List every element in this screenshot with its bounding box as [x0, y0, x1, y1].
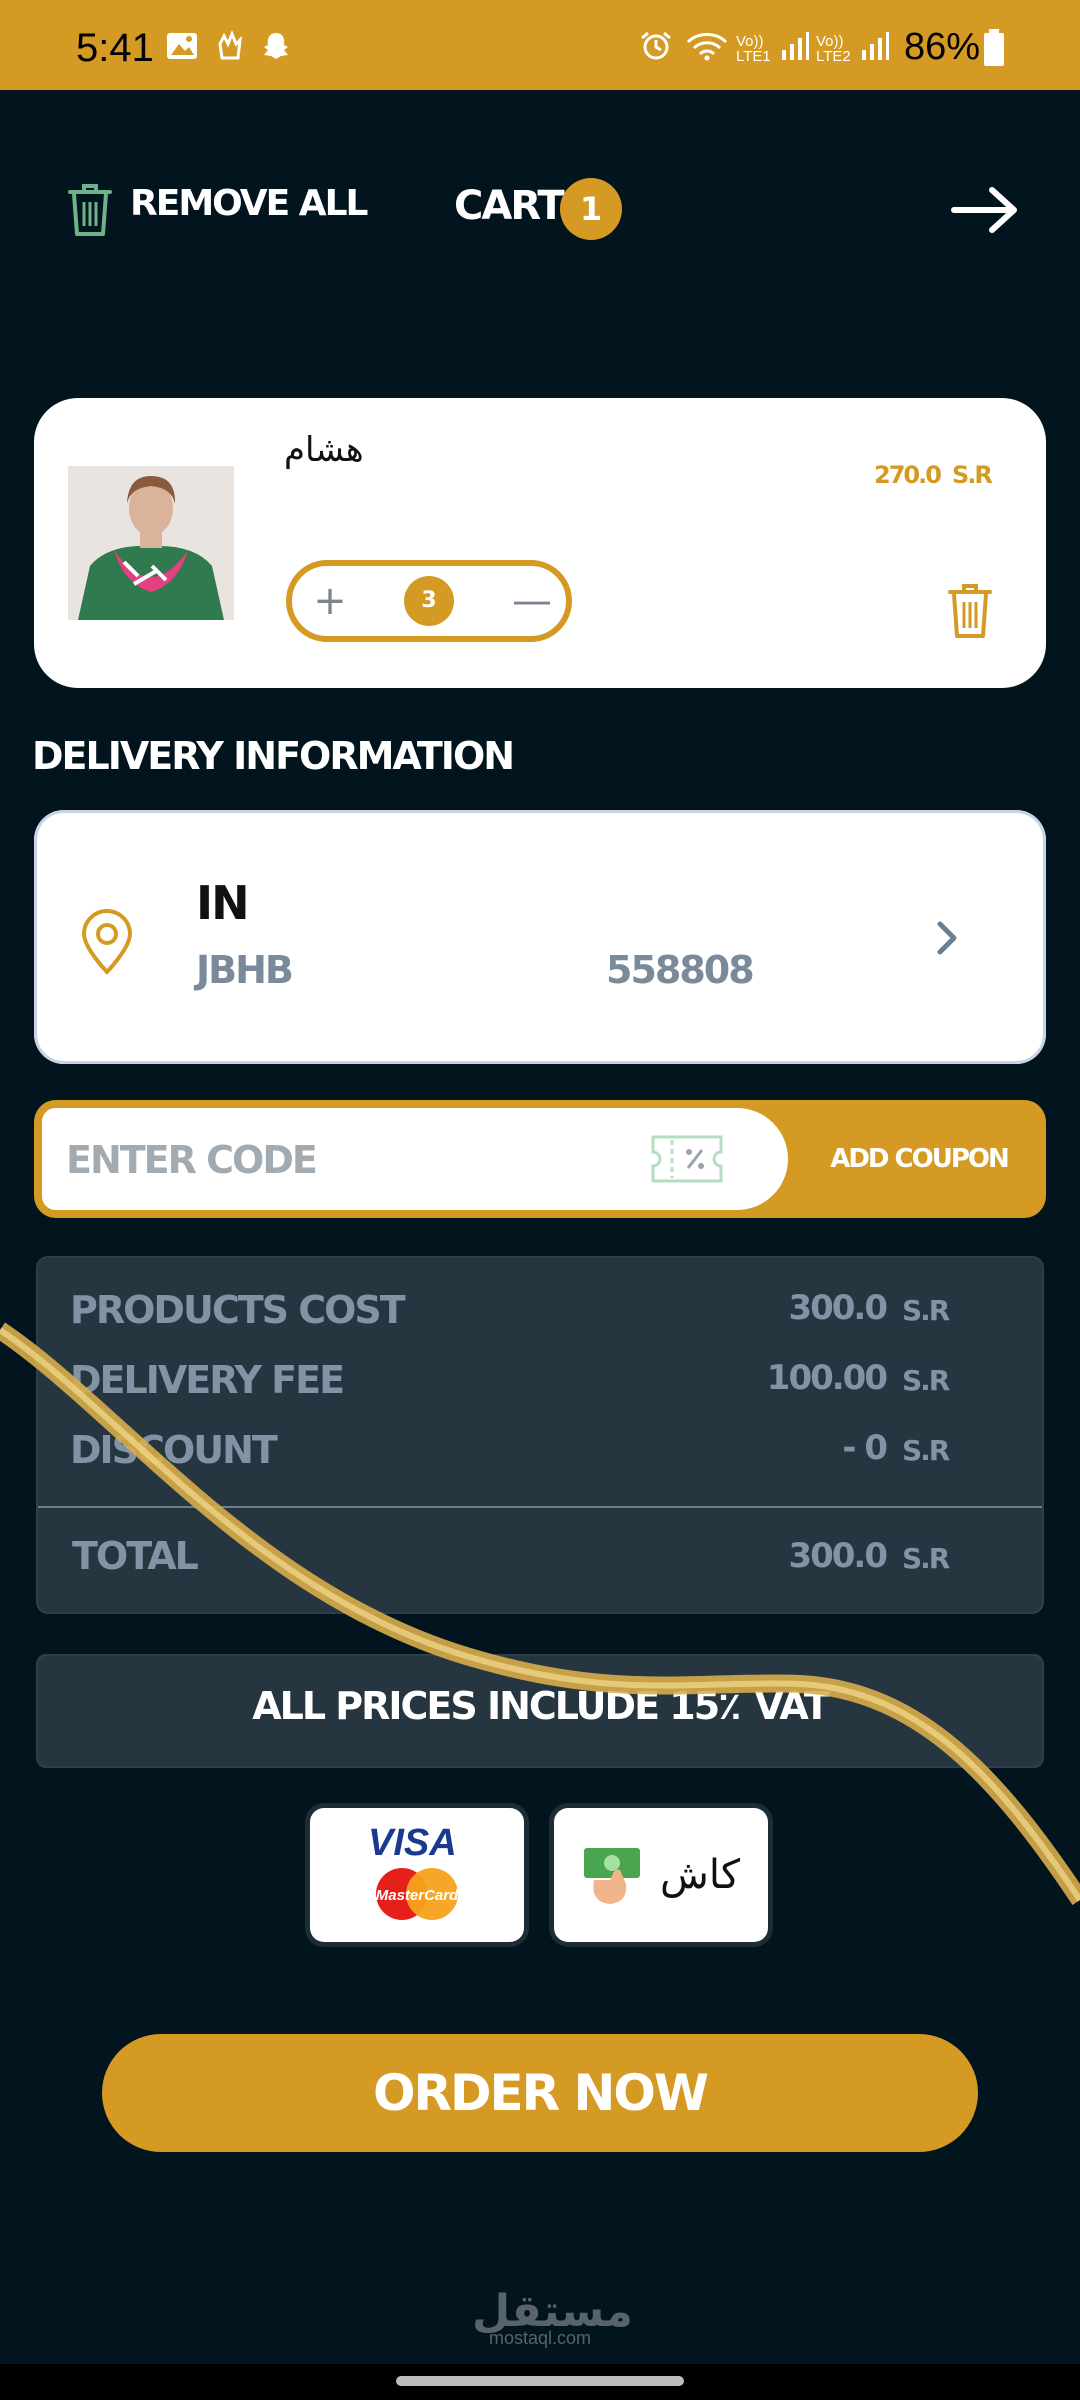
decrease-quantity-button[interactable]: — [512, 574, 552, 628]
delivery-fee-currency: S.R [902, 1364, 950, 1397]
chevron-right-icon[interactable] [934, 918, 962, 958]
product-name: هشام [284, 430, 364, 470]
delivery-city: JBHB [196, 948, 294, 992]
cash-label: كاش [660, 1852, 741, 1898]
delivery-country: IN [196, 876, 250, 930]
products-cost-label: PRODUCTS COST [70, 1288, 406, 1332]
increase-quantity-button[interactable]: + [310, 574, 350, 628]
discount-label: DISCOUNT [70, 1428, 278, 1472]
product-image [68, 466, 234, 620]
battery-percentage: 86% [904, 26, 981, 68]
snapchat-icon [264, 33, 288, 59]
signal-lte2-icon [862, 32, 889, 60]
page-title: CART [454, 183, 565, 229]
delivery-fee-label: DELIVERY FEE [70, 1358, 345, 1402]
alarm-icon [641, 31, 671, 60]
discount-value: - 0 [842, 1428, 888, 1468]
section-title: DELIVERY INFORMATION [32, 734, 515, 778]
watermark-url: mostaql.com [488, 2328, 592, 2348]
add-coupon-button[interactable]: ADD COUPON [800, 1108, 1038, 1210]
product-currency: S.R [952, 461, 993, 489]
cart-count-badge: 1 [560, 178, 622, 240]
trash-icon[interactable] [66, 180, 114, 238]
wifi-icon [686, 33, 728, 61]
products-cost-value: 300.0 [788, 1288, 888, 1328]
vat-notice: ALL PRICES INCLUDE 15٪ VAT [252, 1684, 830, 1728]
signal-lte1-icon [782, 32, 809, 60]
discount-currency: S.R [902, 1434, 950, 1467]
image-icon [167, 33, 197, 59]
coupon-ticket-icon [651, 1135, 723, 1183]
delivery-postal-code: 558808 [606, 948, 755, 992]
forward-arrow-icon[interactable] [950, 186, 1020, 234]
battery-icon [984, 29, 1004, 66]
location-pin-icon [81, 909, 133, 975]
signal-lte2-label: Vo)) LTE2 [816, 33, 851, 65]
visa-logo: VISA [368, 1822, 457, 1864]
delivery-fee-value: 100.00 [766, 1358, 888, 1398]
status-time: 5:41 [76, 26, 154, 70]
order-now-button[interactable]: ORDER NOW [102, 2034, 978, 2152]
delete-item-icon[interactable] [946, 580, 994, 640]
summary-divider [38, 1506, 1042, 1508]
mastercard-logo: MasterCard [376, 1868, 459, 1920]
mastercard-text: MasterCard [376, 1887, 459, 1904]
total-currency: S.R [902, 1542, 950, 1575]
coupon-code-input[interactable] [64, 1116, 628, 1204]
cash-icon [584, 1848, 640, 1904]
home-gesture-handle[interactable] [396, 2376, 684, 2386]
delivery-address-card[interactable] [34, 810, 1046, 1064]
total-value: 300.0 [788, 1536, 888, 1576]
hand-icon [218, 30, 242, 60]
quantity-value: 3 [404, 576, 454, 626]
remove-all-button[interactable]: REMOVE ALL [130, 183, 368, 224]
products-cost-currency: S.R [902, 1294, 950, 1327]
product-price: 270.0 [874, 461, 942, 489]
total-label: TOTAL [72, 1534, 199, 1578]
signal-lte1-label: Vo)) LTE1 [736, 33, 771, 65]
